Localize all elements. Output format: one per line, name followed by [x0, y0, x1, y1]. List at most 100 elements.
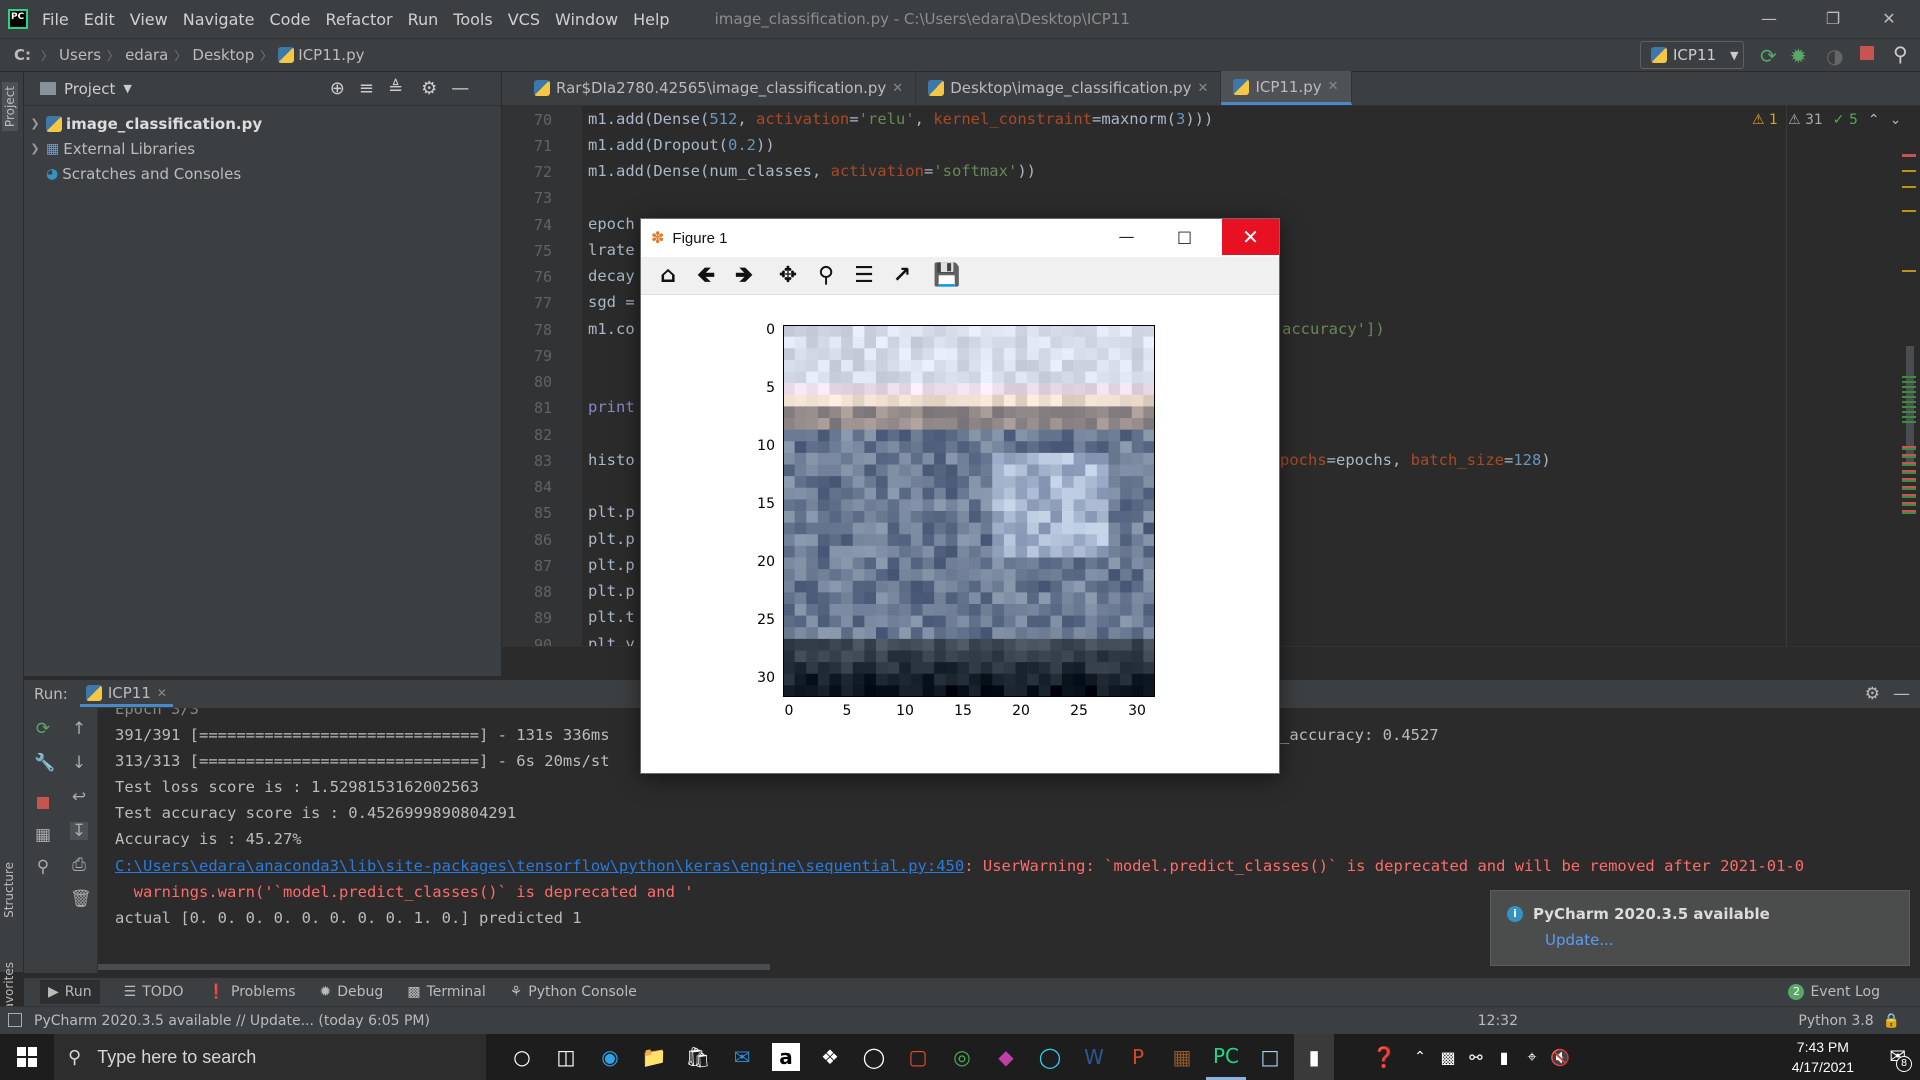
run-tab-icp11[interactable]: ICP11 ✕: [79, 682, 173, 707]
menu-window[interactable]: Window: [555, 10, 618, 29]
zoom-icon[interactable]: ⚲: [813, 263, 839, 289]
dropbox-icon[interactable]: ❖: [810, 1034, 850, 1080]
minimize-button[interactable]: —: [1746, 6, 1792, 32]
winrar-icon[interactable]: ▦: [1162, 1034, 1202, 1080]
warning-count[interactable]: ⚠ 1: [1752, 112, 1778, 128]
tree-item-scratches[interactable]: ◕ Scratches and Consoles: [24, 161, 501, 186]
run-configuration-selector[interactable]: ICP11 ▼: [1640, 41, 1744, 69]
edit-axis-icon[interactable]: ↗: [889, 263, 915, 289]
warning-stripe-mark[interactable]: [1902, 186, 1916, 188]
tool-tab-terminal[interactable]: ▩ Terminal: [407, 984, 485, 1000]
breadcrumb-users[interactable]: Users: [59, 46, 101, 64]
weak-warning-count[interactable]: ⚠ 31: [1788, 112, 1823, 128]
help-icon[interactable]: ❓: [1364, 1034, 1404, 1080]
wifi-icon[interactable]: ⌖: [1520, 1034, 1544, 1080]
chevron-right-icon[interactable]: ❯: [24, 117, 46, 130]
figure-minimize-button[interactable]: —: [1098, 219, 1155, 255]
figure-maximize-button[interactable]: □: [1156, 219, 1213, 255]
close-tab-icon[interactable]: ✕: [892, 81, 903, 96]
hide-icon[interactable]: —: [451, 78, 469, 99]
word-icon[interactable]: W: [1074, 1034, 1114, 1080]
alexa-icon[interactable]: ◯: [1030, 1034, 1070, 1080]
rerun-icon[interactable]: ⟳: [34, 720, 52, 738]
tool-tab-todo[interactable]: ☰ TODO: [124, 984, 184, 1000]
status-message[interactable]: PyCharm 2020.3.5 available // Update... …: [34, 1013, 430, 1029]
menu-file[interactable]: File: [42, 10, 69, 29]
close-button[interactable]: ✕: [1866, 6, 1912, 32]
notepad-icon[interactable]: ▮: [1294, 1034, 1334, 1080]
chevron-down-icon[interactable]: ▼: [123, 82, 131, 95]
project-title[interactable]: Project: [64, 80, 115, 98]
locate-icon[interactable]: ⊕: [330, 78, 345, 99]
print-icon[interactable]: ⎙: [70, 856, 88, 874]
collapse-all-icon[interactable]: ≜: [388, 78, 403, 99]
typo-count[interactable]: ✓ 5: [1833, 112, 1858, 128]
mail-icon[interactable]: ✉: [722, 1034, 762, 1080]
tool-tab-run[interactable]: ▶ Run: [40, 980, 100, 1004]
menu-tools[interactable]: Tools: [453, 10, 492, 29]
tool-tab-problems[interactable]: ❗ Problems: [208, 984, 296, 1000]
menu-run[interactable]: Run: [408, 10, 439, 29]
task-view-icon[interactable]: ◫: [546, 1034, 586, 1080]
tool-tab-project[interactable]: Project: [2, 82, 18, 132]
console-horizontal-scrollbar[interactable]: [98, 964, 770, 970]
soft-wrap-icon[interactable]: ↩: [70, 788, 88, 806]
tab-desktop-image-classification[interactable]: Desktop\image_classification.py ✕: [916, 71, 1222, 105]
gear-icon[interactable]: ⚙: [1865, 684, 1880, 704]
breadcrumb-desktop[interactable]: Desktop: [192, 46, 254, 64]
debug-bug-icon[interactable]: ✹: [1790, 44, 1807, 68]
edge-icon[interactable]: ◉: [590, 1034, 630, 1080]
app-icon[interactable]: ◆: [986, 1034, 1026, 1080]
stop-icon[interactable]: [1860, 46, 1874, 60]
update-link[interactable]: Update...: [1545, 931, 1893, 949]
chevron-right-icon[interactable]: ❯: [24, 142, 46, 155]
close-tab-icon[interactable]: ✕: [1328, 79, 1339, 94]
start-button[interactable]: [0, 1034, 54, 1080]
event-log-button[interactable]: 2 Event Log: [1788, 984, 1880, 1000]
search-icon[interactable]: ⚲: [1893, 42, 1908, 66]
cursor-position[interactable]: 12:32: [1478, 1013, 1518, 1029]
rerun-icon[interactable]: ⟳: [1760, 44, 1777, 68]
wrench-icon[interactable]: 🔧: [34, 754, 55, 772]
warning-stripe-mark[interactable]: [1902, 170, 1916, 172]
menu-navigate[interactable]: Navigate: [183, 10, 255, 29]
breadcrumb-drive[interactable]: C:: [14, 46, 31, 64]
tree-item-image-classification[interactable]: ❯ image_classification.py: [24, 111, 501, 136]
meet-now-icon[interactable]: ▩: [1436, 1034, 1460, 1080]
forward-arrow-icon[interactable]: 🡺: [731, 263, 757, 289]
menu-vcs[interactable]: VCS: [508, 10, 540, 29]
restore-button[interactable]: ❐: [1810, 6, 1856, 32]
chevron-up-icon[interactable]: ⌃: [1868, 112, 1880, 128]
breadcrumb-edara[interactable]: edara: [125, 46, 168, 64]
menu-code[interactable]: Code: [270, 10, 311, 29]
pycharm-taskbar-icon[interactable]: PC: [1206, 1034, 1246, 1080]
store-icon[interactable]: 🛍: [678, 1034, 718, 1080]
tree-item-external-libraries[interactable]: ❯ ▦ External Libraries: [24, 136, 501, 161]
menu-view[interactable]: View: [130, 10, 168, 29]
configure-subplots-icon[interactable]: ☰: [851, 263, 877, 289]
layout-icon[interactable]: ▦: [34, 826, 52, 844]
snip-icon[interactable]: □: [1250, 1034, 1290, 1080]
back-arrow-icon[interactable]: 🡸: [693, 263, 719, 289]
home-icon[interactable]: ⌂: [655, 263, 681, 289]
coverage-icon[interactable]: ◑: [1826, 44, 1843, 68]
arrow-up-icon[interactable]: ↑: [70, 720, 88, 738]
file-explorer-icon[interactable]: 📁: [634, 1034, 674, 1080]
taskbar-clock[interactable]: 7:43 PM 4/17/2021: [1792, 1034, 1854, 1080]
chevron-up-icon[interactable]: ⌃: [1408, 1034, 1432, 1080]
pin-icon[interactable]: ⚲: [34, 858, 52, 876]
error-stripe-mark[interactable]: [1902, 154, 1916, 157]
tool-tab-debug[interactable]: ✹ Debug: [320, 984, 384, 1000]
pan-icon[interactable]: ✥: [775, 263, 801, 289]
menu-help[interactable]: Help: [633, 10, 669, 29]
tab-rar-image-classification[interactable]: Rar$DIa2780.42565\image_classification.p…: [502, 71, 917, 105]
scroll-to-end-icon[interactable]: ↧: [70, 822, 88, 840]
warning-stripe-mark[interactable]: [1902, 210, 1916, 212]
chrome-icon[interactable]: ◎: [942, 1034, 982, 1080]
battery-icon[interactable]: ▮: [1492, 1034, 1516, 1080]
github-icon[interactable]: ◯: [854, 1034, 894, 1080]
tool-tab-structure[interactable]: Structure: [2, 862, 16, 918]
close-tab-icon[interactable]: ✕: [157, 686, 167, 700]
volume-mute-icon[interactable]: 🔇: [1548, 1034, 1572, 1080]
trash-icon[interactable]: 🗑: [70, 890, 92, 908]
